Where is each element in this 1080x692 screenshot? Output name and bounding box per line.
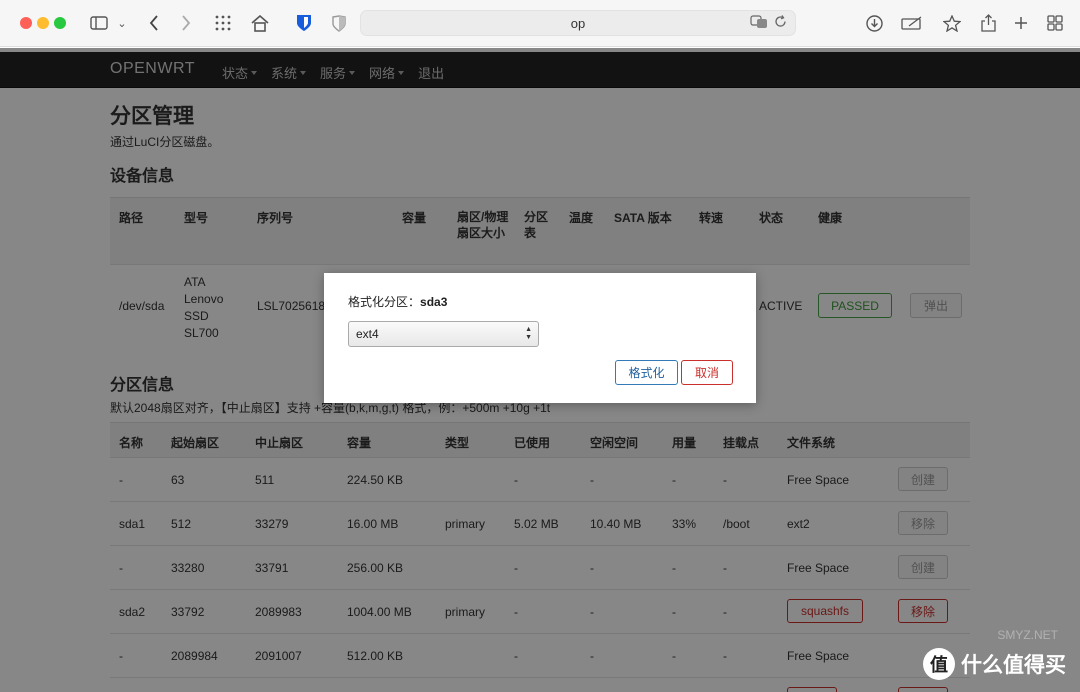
watermark-faint-text: SMYZ.NET [997,628,1058,642]
zoom-window-button[interactable] [54,17,66,29]
filesystem-selected-value: ext4 [356,327,379,341]
url-text: op [570,15,586,31]
close-window-button[interactable] [20,17,32,29]
sidebar-icon[interactable] [88,11,110,35]
watermark-text: 什么值得买 [961,654,1066,677]
dialog-title: 格式化分区：sda3 [348,293,447,310]
select-arrows-icon: ▲ ▼ [525,326,532,341]
web-page: OPENWRT 状态 系统 服务 网络 退出 分区管理 通过LuCI分区磁盘。 … [0,48,1080,692]
minimize-window-button[interactable] [37,17,49,29]
home-icon[interactable] [249,11,271,35]
star-icon[interactable] [942,11,962,35]
filesystem-select[interactable]: ext4 ▲ ▼ [348,321,539,347]
grid-apps-icon[interactable] [212,11,234,35]
browser-toolbar: ⌄ op [0,0,1080,47]
forward-arrow-icon[interactable] [176,11,196,35]
bitwarden-shield-icon[interactable] [294,11,314,35]
browser-window: ⌄ op OPENWRT 状态 系统 服务 网络 退出 分区管理 通过LuCI分… [0,0,1080,692]
download-icon[interactable] [864,11,884,35]
reload-icon[interactable] [774,15,787,32]
new-tab-plus-icon[interactable] [1011,11,1031,35]
privacy-shield-icon[interactable] [330,11,348,35]
markup-icon[interactable] [900,11,924,35]
tab-overview-icon[interactable] [1045,11,1065,35]
dialog-partition: sda3 [420,295,448,309]
dialog-label: 格式化分区： [348,295,421,309]
watermark-logo-icon: 值 [923,648,955,680]
format-button[interactable]: 格式化 [615,360,678,385]
back-arrow-icon[interactable] [144,11,164,35]
format-dialog: 格式化分区：sda3 ext4 ▲ ▼ 格式化 取消 [324,273,756,403]
translate-icon[interactable] [750,15,768,32]
cancel-button[interactable]: 取消 [681,360,733,385]
watermark: 值 什么值得买 [923,648,1066,680]
chevron-down-icon[interactable]: ⌄ [116,11,128,35]
address-bar[interactable]: op [360,10,796,36]
share-icon[interactable] [978,11,998,35]
